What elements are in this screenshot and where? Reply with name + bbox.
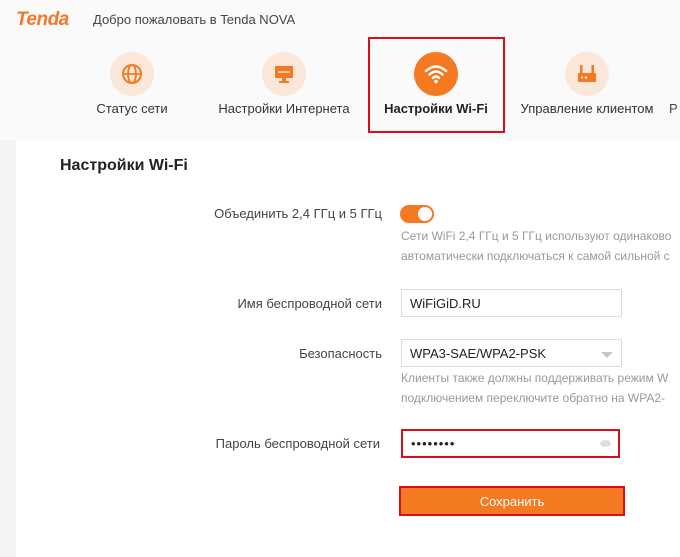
security-label: Безопасность [299,346,382,361]
eye-icon[interactable] [600,440,611,447]
password-label: Пароль беспроводной сети [215,436,380,451]
merge-band-toggle[interactable] [400,205,434,223]
security-hint-2: подключением переключите обратно на WPA2… [401,391,666,405]
ssid-input[interactable]: WiFiGiD.RU [401,289,622,317]
ssid-label: Имя беспроводной сети [237,296,382,311]
ssid-value: WiFiGiD.RU [410,295,481,311]
password-value: •••••••• [411,436,456,451]
nav-item-network-status[interactable]: Статус сети [96,52,168,116]
globe-icon [110,52,154,96]
merge-band-hint-2: автоматически подключаться к самой сильн… [401,249,670,263]
router-icon [565,52,609,96]
merge-band-hint-1: Сети WiFi 2,4 ГГц и 5 ГГц используют оди… [401,229,672,243]
password-input[interactable]: •••••••• [401,429,620,458]
nav-item-client-management[interactable]: Управление клиентом [521,52,653,116]
welcome-text: Добро пожаловать в Tenda NOVA [93,12,296,27]
security-select[interactable]: WPA3-SAE/WPA2-PSK [401,339,622,367]
highlight-frame-wifi-tab [368,37,505,133]
page-title: Настройки Wi-Fi [60,157,188,174]
nav-label-cutoff[interactable]: Р [669,101,678,116]
nav-label-client-management: Управление клиентом [520,101,654,116]
save-button[interactable]: Сохранить [399,486,625,516]
tenda-logo[interactable]: Tenda [16,9,69,31]
security-value: WPA3-SAE/WPA2-PSK [410,345,547,361]
security-hint-1: Клиенты также должны поддерживать режим … [401,371,669,385]
nav-label-network-status: Статус сети [96,101,168,116]
toggle-knob [418,207,432,221]
merge-band-label: Объединить 2,4 ГГц и 5 ГГц [214,206,382,221]
chevron-down-icon [601,352,613,358]
monitor-icon [262,52,306,96]
nav-label-internet-settings: Настройки Интернета [218,101,350,116]
nav-item-internet-settings[interactable]: Настройки Интернета [218,52,350,116]
